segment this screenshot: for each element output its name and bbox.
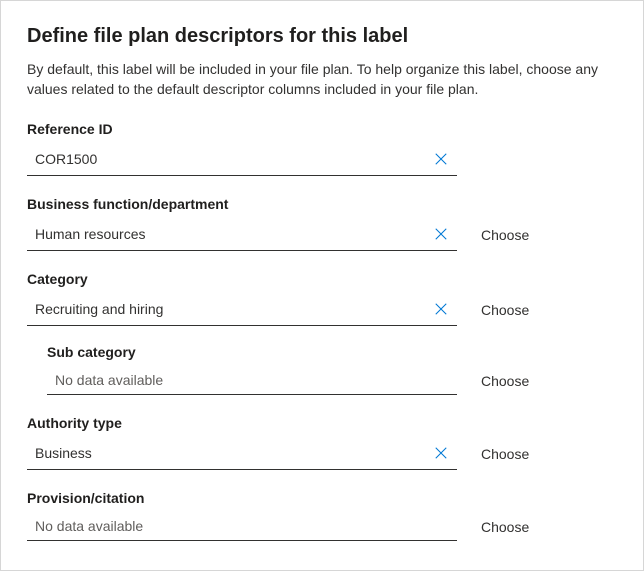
field-business-function: Business function/department Human resou… — [27, 196, 617, 251]
sub-category-input-wrap[interactable]: No data available — [47, 366, 457, 395]
provision-citation-input-wrap[interactable]: No data available — [27, 512, 457, 541]
page-description: By default, this label will be included … — [27, 60, 617, 99]
clear-icon[interactable] — [425, 437, 457, 469]
business-function-value[interactable]: Human resources — [27, 220, 425, 248]
field-category: Category Recruiting and hiring Choose Su… — [27, 271, 617, 395]
choose-link-business-function[interactable]: Choose — [481, 227, 529, 243]
clear-icon[interactable] — [425, 293, 457, 325]
business-function-label: Business function/department — [27, 196, 617, 212]
reference-id-input-wrap[interactable]: COR1500 — [27, 143, 457, 176]
field-authority-type: Authority type Business Choose — [27, 415, 617, 470]
choose-link-provision-citation[interactable]: Choose — [481, 519, 529, 535]
authority-type-label: Authority type — [27, 415, 617, 431]
choose-link-authority-type[interactable]: Choose — [481, 446, 529, 462]
clear-icon[interactable] — [425, 143, 457, 175]
sub-category-value[interactable]: No data available — [47, 366, 457, 394]
page-title: Define file plan descriptors for this la… — [27, 25, 617, 48]
authority-type-value[interactable]: Business — [27, 439, 425, 467]
category-value[interactable]: Recruiting and hiring — [27, 295, 425, 323]
field-provision-citation: Provision/citation No data available Cho… — [27, 490, 617, 541]
choose-link-category[interactable]: Choose — [481, 302, 529, 318]
sub-category-label: Sub category — [47, 344, 617, 360]
field-sub-category: Sub category No data available Choose — [27, 344, 617, 395]
provision-citation-label: Provision/citation — [27, 490, 617, 506]
category-input-wrap[interactable]: Recruiting and hiring — [27, 293, 457, 326]
clear-icon[interactable] — [425, 218, 457, 250]
field-reference-id: Reference ID COR1500 — [27, 121, 617, 176]
business-function-input-wrap[interactable]: Human resources — [27, 218, 457, 251]
category-label: Category — [27, 271, 617, 287]
provision-citation-value[interactable]: No data available — [27, 512, 457, 540]
reference-id-value[interactable]: COR1500 — [27, 145, 425, 173]
authority-type-input-wrap[interactable]: Business — [27, 437, 457, 470]
choose-link-sub-category[interactable]: Choose — [481, 373, 529, 389]
reference-id-label: Reference ID — [27, 121, 617, 137]
